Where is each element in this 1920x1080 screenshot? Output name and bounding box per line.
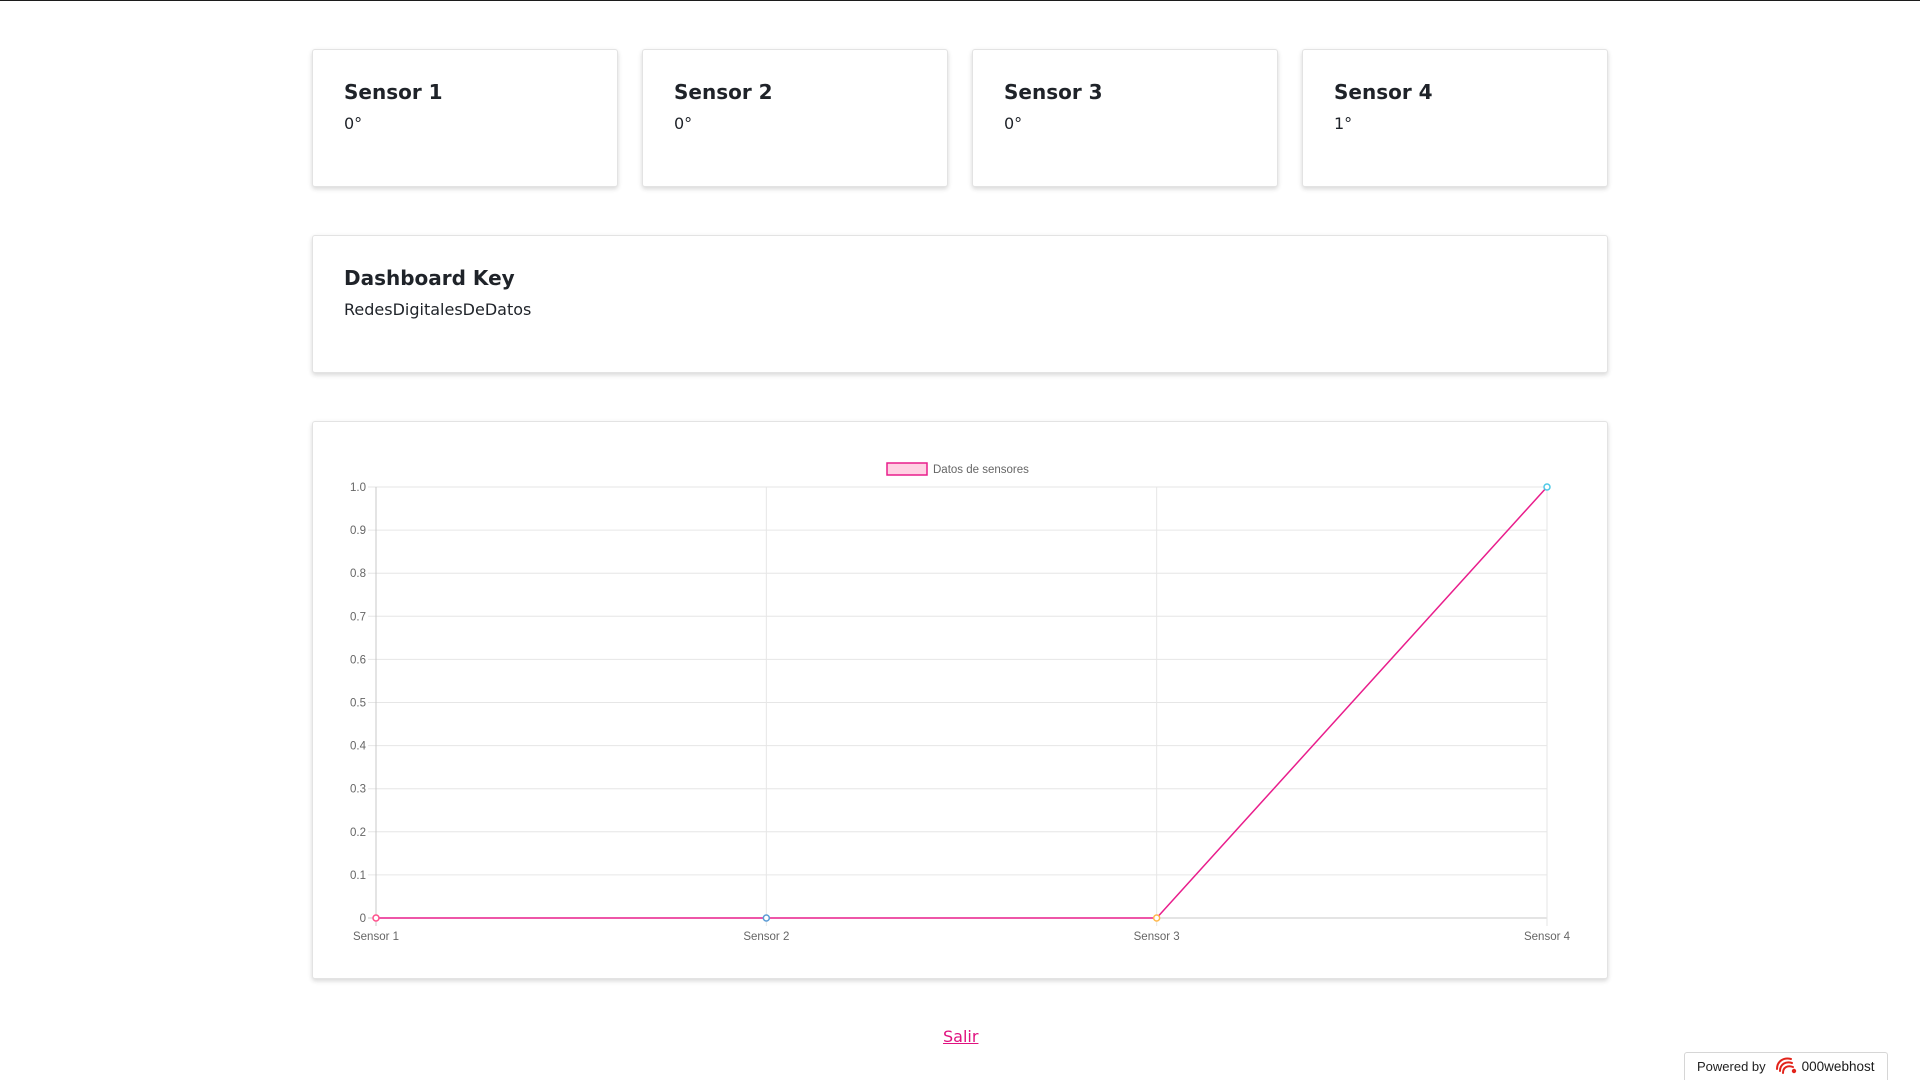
sensor-value: 0° [1004,114,1023,133]
sensor-card-1: Sensor 1 0° [312,49,618,187]
sensor-value: 0° [674,114,693,133]
x-tick-label: Sensor 1 [353,931,399,943]
data-point [762,914,771,922]
chart-card: 0 0.1 0.2 0.3 0.4 0.5 0.6 0.7 0.8 0.9 1.0 Sensor 1 S… [312,421,1608,979]
y-tick-label: 0.9 [350,525,366,537]
y-tick-label: 0.6 [350,654,366,666]
y-tick-label: 0.2 [350,827,366,839]
y-tick-label: 0 [360,913,366,925]
sensor-value: 0° [344,114,363,133]
data-point [372,914,380,922]
y-tick-label: 0.1 [350,870,366,882]
y-tick-label: 0.8 [350,568,366,580]
data-point [1152,914,1161,922]
sensor-title: Sensor 4 [1334,80,1433,104]
powered-by-badge[interactable]: Powered by 000webhost [1684,1052,1888,1080]
sensor-title: Sensor 2 [674,80,773,104]
powered-by-label: Powered by [1697,1059,1766,1074]
sensor-line-chart: 0 0.1 0.2 0.3 0.4 0.5 0.6 0.7 0.8 0.9 1.0 Sensor 1 S… [350,462,1571,943]
y-tick-label: 0.3 [350,784,366,796]
sensor-card-3: Sensor 3 0° [972,49,1278,187]
x-tick-label: Sensor 3 [1134,931,1180,943]
data-point [1543,483,1551,491]
y-tick-label: 1.0 [350,482,366,494]
x-tick-label: Sensor 4 [1524,931,1571,943]
exit-link[interactable]: Salir [943,1027,978,1046]
y-tick-label: 0.5 [350,698,366,710]
y-tick-label: 0.7 [350,611,366,623]
sensor-title: Sensor 3 [1004,80,1103,104]
sensor-title: Sensor 1 [344,80,443,104]
legend-label: Datos de sensores [933,464,1029,476]
y-tick-label: 0.4 [350,741,367,753]
x-tick-label: Sensor 2 [743,931,789,943]
top-border [0,0,1920,1]
sensor-value: 1° [1334,114,1353,133]
sensor-card-4: Sensor 4 1° [1302,49,1608,187]
dashboard-key-title: Dashboard Key [344,266,515,290]
dashboard-key-card: Dashboard Key RedesDigitalesDeDatos [312,235,1608,373]
dashboard-key-value: RedesDigitalesDeDatos [344,300,532,319]
sensor-card-2: Sensor 2 0° [642,49,948,187]
brand-name: 000webhost [1801,1059,1875,1074]
000webhost-logo-icon [1774,1055,1798,1078]
legend-swatch [886,462,928,476]
